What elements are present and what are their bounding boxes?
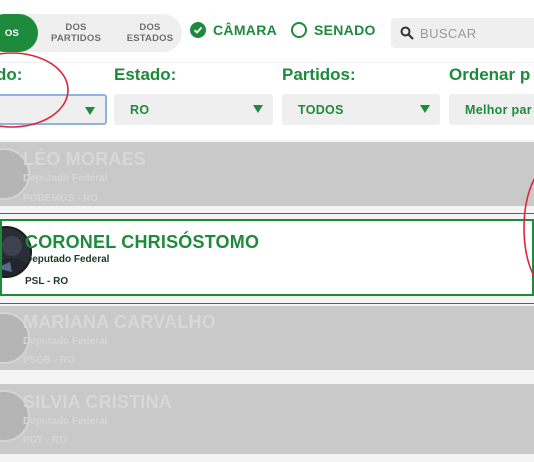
cargo-select[interactable] xyxy=(0,94,107,125)
politician-name: MARIANA CARVALHO xyxy=(23,312,216,332)
politician-card-highlighted[interactable]: CORONEL CHRISÓSTOMO Deputado Federal PSL… xyxy=(0,219,534,296)
estado-select-value: RO xyxy=(130,102,150,117)
annotation-line xyxy=(0,213,534,214)
radio-senado[interactable]: SENADO xyxy=(291,22,376,38)
politician-role: Deputado Federal xyxy=(23,416,108,427)
ordenar-label: Ordenar p xyxy=(449,65,531,84)
annotation-line xyxy=(0,303,534,304)
filters-row: do: Estado: Partidos: Ordenar p RO TODOS… xyxy=(0,62,534,140)
radio-camara-label: CÂMARA xyxy=(213,22,278,38)
radio-senado-label: SENADO xyxy=(314,22,376,38)
politician-role: Deputado Federal xyxy=(23,173,108,184)
search-box xyxy=(391,18,534,48)
chevron-down-icon xyxy=(85,107,95,115)
radio-camara[interactable]: CÂMARA xyxy=(190,22,277,38)
search-icon xyxy=(400,26,414,40)
politician-party: PSL - RO xyxy=(25,276,69,287)
politician-card[interactable]: SILVIA CRISTINA Deputado Federal PDT - R… xyxy=(0,384,534,454)
tab-dos-estados[interactable]: DOS ESTADOS xyxy=(116,14,184,52)
chevron-down-icon xyxy=(253,105,263,113)
check-icon xyxy=(190,22,206,38)
politician-card[interactable]: MARIANA CARVALHO Deputado Federal PSDB -… xyxy=(0,306,534,370)
estado-select[interactable]: RO xyxy=(114,94,273,125)
politician-name: CORONEL CHRISÓSTOMO xyxy=(25,232,260,252)
category-tabs: OS DOS PARTIDOS DOS ESTADOS xyxy=(0,14,182,52)
partidos-label: Partidos: xyxy=(282,65,356,84)
politician-name: SILVIA CRISTINA xyxy=(23,392,173,412)
politician-party: PSDB - RO xyxy=(23,355,75,366)
radio-empty-icon xyxy=(291,22,307,38)
partidos-select[interactable]: TODOS xyxy=(282,94,440,125)
tab-dos-partidos[interactable]: DOS PARTIDOS xyxy=(38,14,114,52)
chevron-down-icon xyxy=(420,105,430,113)
ordenar-select-value: Melhor par xyxy=(465,102,532,117)
tab-todos[interactable]: OS xyxy=(0,14,38,52)
cargo-label: do: xyxy=(0,65,23,84)
estado-label: Estado: xyxy=(114,65,177,84)
top-bar: OS DOS PARTIDOS DOS ESTADOS CÂMARA SENADO xyxy=(0,0,534,62)
partidos-select-value: TODOS xyxy=(298,102,344,117)
politician-card[interactable]: LÉO MORAES Deputado Federal PODEMOS - RO xyxy=(0,142,534,206)
politician-role: Deputado Federal xyxy=(25,254,110,265)
search-input[interactable] xyxy=(420,25,534,41)
politician-name: LÉO MORAES xyxy=(23,149,147,169)
ordenar-select[interactable]: Melhor par xyxy=(449,94,534,125)
politician-party: PODEMOS - RO xyxy=(23,193,99,204)
politician-party: PDT - RO xyxy=(23,435,67,446)
politician-role: Deputado Federal xyxy=(23,336,108,347)
